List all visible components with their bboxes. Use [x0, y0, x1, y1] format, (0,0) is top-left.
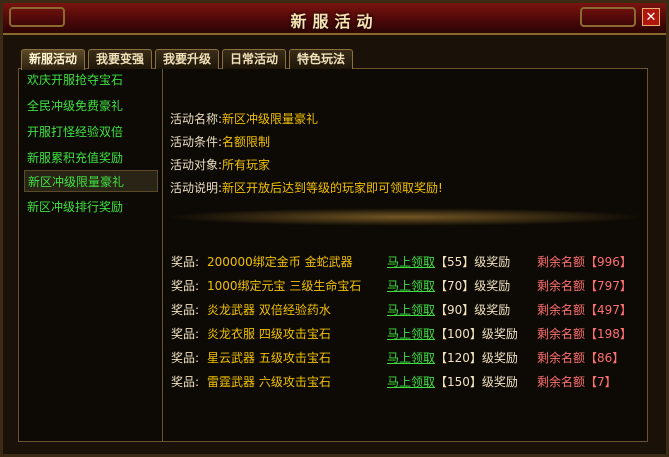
reward-list: 奖品: 200000绑定金币 金蛇武器 马上领取 【55】级奖励 剩余名额【99… — [171, 252, 641, 396]
reward-items: 1000绑定元宝 三级生命宝石 — [207, 279, 362, 293]
detail-value: 新区冲级限量豪礼 — [222, 112, 319, 126]
reward-items: 炎龙衣服 四级攻击宝石 — [207, 327, 331, 341]
claim-link[interactable]: 马上领取 — [387, 372, 435, 392]
reward-level: 【120】级奖励 — [435, 351, 518, 365]
claim-link[interactable]: 马上领取 — [387, 252, 435, 272]
reward-label: 奖品: — [171, 375, 200, 389]
remaining-count: 【996】 — [585, 255, 632, 269]
tab-special-gameplay[interactable]: 特色玩法 — [289, 49, 353, 69]
remaining-slots: 剩余名额【996】 — [537, 252, 632, 272]
remaining-label: 剩余名额 — [537, 327, 586, 341]
detail-label: 活动对象: — [170, 158, 223, 172]
reward-row: 奖品: 炎龙武器 双倍经验药水 马上领取 【90】级奖励 剩余名额【497】 — [171, 300, 641, 324]
reward-level: 【70】级奖励 — [435, 279, 511, 293]
remaining-slots: 剩余名额【86】 — [537, 348, 624, 368]
tab-get-stronger[interactable]: 我要变强 — [88, 49, 152, 69]
detail-name-row: 活动名称:新区冲级限量豪礼 — [170, 108, 443, 131]
reward-level: 【100】级奖励 — [435, 327, 518, 341]
tab-level-up[interactable]: 我要升级 — [155, 49, 219, 69]
reward-label: 奖品: — [171, 279, 200, 293]
remaining-slots: 剩余名额【797】 — [537, 276, 632, 296]
list-item[interactable]: 新服累积充值奖励 — [24, 147, 158, 169]
detail-value: 所有玩家 — [222, 158, 271, 172]
reward-label: 奖品: — [171, 255, 200, 269]
list-item-selected[interactable]: 新区冲级限量豪礼 — [24, 170, 158, 192]
tab-daily-events[interactable]: 日常活动 — [222, 49, 286, 69]
detail-condition-row: 活动条件:名额限制 — [170, 131, 443, 154]
window-title: 新服活动 — [290, 12, 379, 31]
divider-glow — [165, 208, 645, 226]
detail-label: 活动说明: — [170, 181, 223, 195]
detail-value: 新区开放后达到等级的玩家即可领取奖励! — [222, 181, 443, 195]
detail-value: 名额限制 — [222, 135, 271, 149]
event-detail: 活动名称:新区冲级限量豪礼 活动条件:名额限制 活动对象:所有玩家 活动说明:新… — [170, 108, 443, 200]
close-icon[interactable]: ✕ — [642, 8, 660, 26]
reward-label: 奖品: — [171, 303, 200, 317]
reward-row: 奖品: 星云武器 五级攻击宝石 马上领取 【120】级奖励 剩余名额【86】 — [171, 348, 641, 372]
detail-description-row: 活动说明:新区开放后达到等级的玩家即可领取奖励! — [170, 177, 443, 200]
claim-link[interactable]: 马上领取 — [387, 276, 435, 296]
list-item[interactable]: 全民冲级免费豪礼 — [24, 95, 158, 117]
list-item[interactable]: 新区冲级排行奖励 — [24, 196, 158, 218]
detail-label: 活动名称: — [170, 112, 223, 126]
reward-level: 【55】级奖励 — [435, 255, 511, 269]
reward-row: 奖品: 200000绑定金币 金蛇武器 马上领取 【55】级奖励 剩余名额【99… — [171, 252, 641, 276]
remaining-label: 剩余名额 — [537, 303, 586, 317]
remaining-slots: 剩余名额【198】 — [537, 324, 632, 344]
remaining-count: 【198】 — [585, 327, 632, 341]
reward-label: 奖品: — [171, 327, 200, 341]
claim-link[interactable]: 马上领取 — [387, 324, 435, 344]
reward-items: 炎龙武器 双倍经验药水 — [207, 303, 331, 317]
remaining-label: 剩余名额 — [537, 351, 586, 365]
reward-items: 星云武器 五级攻击宝石 — [207, 351, 331, 365]
remaining-label: 剩余名额 — [537, 375, 586, 389]
remaining-slots: 剩余名额【497】 — [537, 300, 632, 320]
detail-target-row: 活动对象:所有玩家 — [170, 154, 443, 177]
remaining-count: 【7】 — [585, 375, 617, 389]
title-bar: 新服活动 ✕ — [3, 3, 666, 35]
remaining-slots: 剩余名额【7】 — [537, 372, 617, 392]
remaining-count: 【497】 — [585, 303, 632, 317]
claim-link[interactable]: 马上领取 — [387, 348, 435, 368]
reward-items: 雷霆武器 六级攻击宝石 — [207, 375, 331, 389]
detail-label: 活动条件: — [170, 135, 223, 149]
reward-label: 奖品: — [171, 351, 200, 365]
remaining-count: 【86】 — [585, 351, 625, 365]
remaining-label: 剩余名额 — [537, 255, 586, 269]
reward-row: 奖品: 雷霆武器 六级攻击宝石 马上领取 【150】级奖励 剩余名额【7】 — [171, 372, 641, 396]
list-item[interactable]: 开服打怪经验双倍 — [24, 121, 158, 143]
tab-new-server-events[interactable]: 新服活动 — [21, 49, 85, 70]
claim-link[interactable]: 马上领取 — [387, 300, 435, 320]
event-list: 欢庆开服抢夺宝石 全民冲级免费豪礼 开服打怪经验双倍 新服累积充值奖励 新区冲级… — [19, 69, 163, 441]
list-item[interactable]: 欢庆开服抢夺宝石 — [24, 69, 158, 91]
remaining-count: 【797】 — [585, 279, 632, 293]
reward-row: 奖品: 炎龙衣服 四级攻击宝石 马上领取 【100】级奖励 剩余名额【198】 — [171, 324, 641, 348]
reward-items: 200000绑定金币 金蛇武器 — [207, 255, 353, 269]
remaining-label: 剩余名额 — [537, 279, 586, 293]
reward-row: 奖品: 1000绑定元宝 三级生命宝石 马上领取 【70】级奖励 剩余名额【79… — [171, 276, 641, 300]
reward-level: 【90】级奖励 — [435, 303, 511, 317]
reward-level: 【150】级奖励 — [435, 375, 518, 389]
